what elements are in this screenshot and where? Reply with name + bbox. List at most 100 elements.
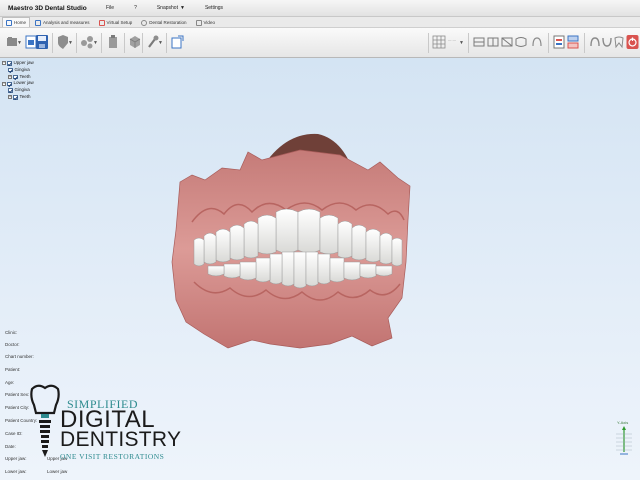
info-label: Doctor: — [5, 342, 20, 347]
expand-icon[interactable]: + — [8, 74, 12, 79]
menu-settings[interactable]: Settings — [195, 5, 233, 11]
menu-file[interactable]: File — [96, 5, 124, 11]
dental-implant-logo-icon — [30, 384, 60, 457]
molecule-icon[interactable] — [80, 34, 94, 50]
toolbar-separator — [166, 33, 167, 53]
view-left-icon[interactable] — [500, 34, 514, 50]
visibility-checkbox[interactable] — [13, 95, 18, 100]
visibility-checkbox[interactable] — [8, 67, 13, 73]
info-age: Age: — [5, 380, 14, 385]
info-label: Date: — [5, 444, 16, 449]
open-dropdown-icon[interactable]: ▼ — [17, 40, 22, 46]
tab-video[interactable]: Video — [192, 17, 219, 27]
info-chart-number: Chart number: — [5, 354, 34, 359]
toolbar-separator — [52, 33, 53, 53]
split-view-icon[interactable] — [566, 34, 580, 50]
view-right-icon[interactable] — [514, 34, 528, 50]
view-front-icon[interactable] — [472, 34, 486, 50]
info-label: Age: — [5, 380, 15, 385]
info-label: Upper jaw: — [5, 456, 27, 461]
visibility-checkbox[interactable] — [13, 74, 18, 80]
visibility-checkbox[interactable] — [7, 61, 12, 66]
menu-help[interactable]: ? — [124, 5, 147, 11]
info-case-id: Case ID: — [5, 431, 23, 436]
visibility-checkbox[interactable] — [8, 88, 13, 93]
virtual-setup-icon — [98, 19, 105, 26]
collapse-icon[interactable]: − — [2, 81, 6, 86]
power-icon[interactable] — [626, 34, 639, 50]
toolbar-separator — [468, 33, 469, 53]
clipboard-icon[interactable] — [106, 34, 120, 50]
tab-analysis[interactable]: Analysis and measures — [31, 17, 94, 27]
tab-virtual-setup-label: Virtual Setup — [106, 20, 133, 25]
info-lower-jaw: Lower jaw: Lower jaw — [5, 469, 67, 474]
info-label: Case ID: — [5, 431, 23, 436]
tab-virtual-setup[interactable]: Virtual Setup — [95, 17, 137, 27]
info-patient-city: Patient City: — [5, 405, 29, 410]
info-patient: Patient: — [5, 367, 20, 372]
title-bar: Maestro 3D Dental Studio File ? Snapshot… — [0, 0, 640, 17]
collapse-icon[interactable]: − — [2, 61, 6, 66]
tree-item-lower-teeth[interactable]: + Teeth — [2, 94, 34, 101]
tooth-view-icon[interactable] — [612, 34, 626, 50]
save-icon[interactable] — [35, 34, 49, 50]
info-label: Lower jaw: — [5, 469, 27, 474]
cube-icon[interactable] — [128, 34, 142, 50]
info-upper-jaw: Upper jaw: Upper jaw — [5, 456, 67, 461]
info-value: Lower jaw — [47, 469, 68, 474]
grid-dropdown-icon[interactable]: ▼ — [459, 40, 464, 46]
view-back-icon[interactable] — [486, 34, 500, 50]
tab-analysis-label: Analysis and measures — [43, 20, 90, 25]
expand-icon[interactable]: + — [8, 95, 12, 100]
export-icon[interactable] — [170, 34, 184, 50]
tooth-icon — [141, 19, 148, 26]
toolbar-separator — [124, 33, 125, 53]
watermark-tagline: ONE VISIT RESTORATIONS — [60, 452, 165, 461]
axis-gizmo — [616, 426, 632, 455]
tab-home[interactable]: Home — [2, 17, 31, 27]
toolbar-separator — [428, 33, 429, 53]
analysis-icon — [35, 19, 42, 26]
snapshot-dropdown-icon[interactable]: ▼ — [180, 5, 195, 11]
tab-home-label: Home — [14, 20, 27, 25]
view-top-icon[interactable] — [530, 34, 544, 50]
toolbar-separator — [101, 33, 102, 53]
info-label: Patient City: — [5, 405, 30, 410]
tree-item-upper-gingiva[interactable]: Gingiva — [2, 67, 34, 74]
toolbar-separator — [548, 33, 549, 53]
toolbar-separator — [142, 33, 143, 53]
occlusion-icon[interactable] — [552, 34, 566, 50]
tree-item-label: Teeth — [19, 73, 31, 79]
tab-video-label: Video — [203, 20, 215, 25]
info-clinic: Clinic: — [5, 330, 17, 335]
tree-item-upper-teeth[interactable]: + Teeth — [2, 74, 34, 81]
tree-item-lower-gingiva[interactable]: Gingiva — [2, 87, 34, 94]
tab-dental-restoration[interactable]: Dental Restoration — [137, 17, 190, 27]
info-patient-sex: Patient Sex: — [5, 392, 29, 397]
video-icon — [195, 19, 202, 26]
ribbon-tabs: Home Analysis and measures Virtual Setup… — [0, 17, 640, 28]
molecule-dropdown-icon[interactable]: ▼ — [93, 40, 98, 46]
watermark-logo: SIMPLIFIED DIGITAL DENTISTRY ONE VISIT R… — [30, 383, 190, 465]
info-label: Chart number: — [5, 354, 34, 359]
info-date: Date: — [5, 444, 16, 449]
grid-view-icon[interactable] — [432, 34, 446, 50]
tree-item-label: Gingiva — [14, 66, 30, 72]
shield-dropdown-icon[interactable]: ▼ — [68, 40, 73, 46]
tools-dropdown-icon[interactable]: ▼ — [158, 40, 163, 46]
tree-item-lower-jaw[interactable]: − Lower jaw — [2, 80, 34, 87]
toolbar-separator — [76, 33, 77, 53]
tab-dental-restoration-label: Dental Restoration — [149, 20, 187, 25]
ribbon-toolbar: ▼ ▼ ▼ ▼ — — ▼ — [0, 28, 640, 58]
visibility-checkbox[interactable] — [7, 81, 12, 87]
tree-item-upper-jaw[interactable]: − Upper jaw — [2, 60, 34, 67]
tree-item-label: Upper jaw — [13, 60, 34, 65]
info-label: Patient Sex: — [5, 392, 30, 397]
app-title: Maestro 3D Dental Studio — [8, 4, 87, 12]
watermark-line3: DENTISTRY — [60, 428, 182, 451]
grid-size-label: — — — [448, 38, 456, 42]
tree-item-label: Teeth — [19, 93, 31, 99]
object-tree: − Upper jaw Gingiva + Teeth − Lower jaw … — [2, 60, 34, 101]
home-icon — [6, 19, 12, 26]
menu-snapshot[interactable]: Snapshot — [147, 5, 180, 11]
